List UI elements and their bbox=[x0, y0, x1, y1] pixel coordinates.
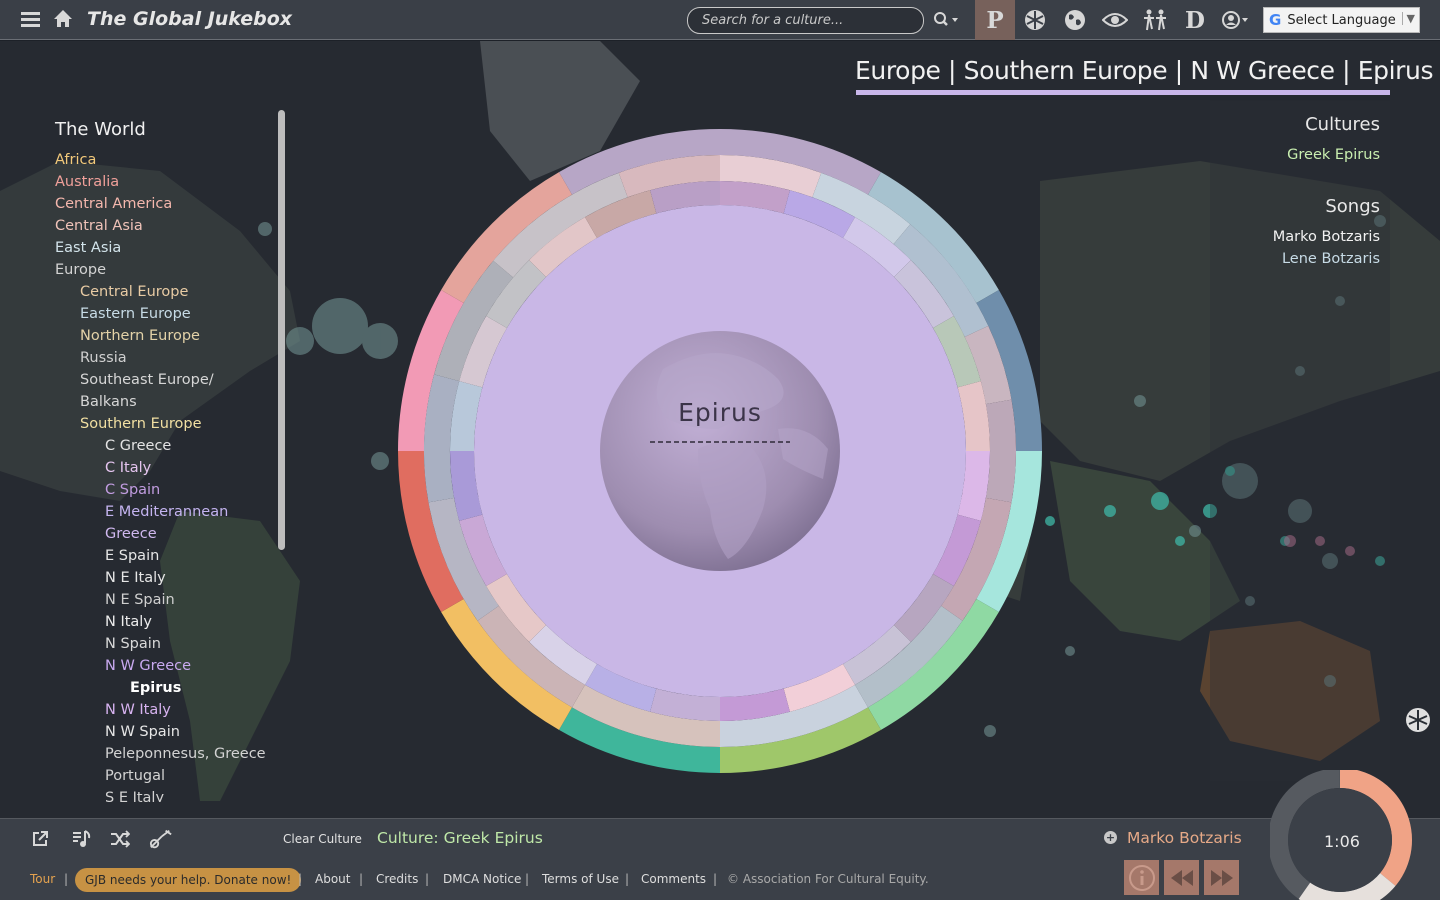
home-icon[interactable] bbox=[53, 9, 73, 29]
copyright-text: © Association For Cultural Equity. bbox=[727, 872, 929, 886]
language-select-label: Select Language bbox=[1287, 12, 1396, 28]
culture-item[interactable]: Greek Epirus bbox=[1287, 147, 1380, 163]
tree-item[interactable]: N Spain bbox=[105, 633, 161, 655]
footer-separator: | bbox=[64, 872, 69, 886]
top-bar: The Global Jukebox P D G Select Language… bbox=[0, 0, 1440, 40]
song-item[interactable]: Marko Botzaris bbox=[1273, 229, 1380, 245]
tree-item[interactable]: N W Greece bbox=[105, 655, 191, 677]
tree-item[interactable]: Peleponnesus, Greece bbox=[105, 743, 266, 765]
songs-heading: Songs bbox=[1325, 196, 1380, 217]
tree-item[interactable]: N E Spain bbox=[105, 589, 175, 611]
tree-item[interactable]: S E Italy bbox=[105, 787, 164, 802]
cultures-heading: Cultures bbox=[1305, 114, 1380, 135]
tree-item[interactable]: Southern Europe bbox=[80, 413, 202, 435]
song-item[interactable]: Lene Botzaris bbox=[1282, 251, 1380, 267]
about-link[interactable]: About bbox=[315, 872, 350, 886]
globe-icon[interactable] bbox=[1055, 0, 1095, 40]
tree-item[interactable]: N W Italy bbox=[105, 699, 171, 721]
chevron-down-icon: ▼ bbox=[1401, 12, 1415, 25]
tree-item[interactable]: E Spain bbox=[105, 545, 159, 567]
footer-separator: | bbox=[298, 872, 303, 886]
tree-item[interactable]: Australia bbox=[55, 171, 119, 193]
tree-item[interactable]: Central Asia bbox=[55, 215, 143, 237]
info-icon[interactable] bbox=[1124, 860, 1159, 895]
terms-of-use-link[interactable]: Terms of Use bbox=[542, 872, 619, 886]
tree-item[interactable]: Central Europe bbox=[80, 281, 188, 303]
app-title[interactable]: The Global Jukebox bbox=[87, 8, 292, 30]
playlist-music-icon[interactable] bbox=[69, 827, 93, 851]
tree-item[interactable]: C Greece bbox=[105, 435, 171, 457]
breadcrumb[interactable]: Europe | Southern Europe | N W Greece | … bbox=[855, 56, 1434, 85]
breadcrumb-underline bbox=[856, 90, 1390, 95]
eye-icon[interactable] bbox=[1095, 0, 1135, 40]
tree-item[interactable]: N E Italy bbox=[105, 567, 166, 589]
donate-button[interactable]: GJB needs your help. Donate now! bbox=[75, 868, 302, 892]
now-playing-song[interactable]: Marko Botzaris bbox=[1127, 829, 1242, 847]
tree-item[interactable]: Russia bbox=[80, 347, 127, 369]
credits-link[interactable]: Credits bbox=[376, 872, 418, 886]
hamburger-menu-icon[interactable] bbox=[21, 12, 40, 27]
search-icon[interactable] bbox=[933, 11, 959, 29]
tree-item[interactable]: Balkans bbox=[80, 391, 137, 413]
add-song-icon[interactable]: + bbox=[1104, 831, 1117, 844]
tree-item[interactable]: Portugal bbox=[105, 765, 165, 787]
dancers-icon[interactable] bbox=[1135, 0, 1175, 40]
song-time: 1:06 bbox=[1324, 832, 1360, 851]
tree-item[interactable]: East Asia bbox=[55, 237, 121, 259]
fast-forward-icon[interactable] bbox=[1204, 860, 1239, 895]
dancer-wheel-icon[interactable] bbox=[1015, 0, 1055, 40]
footer-separator: | bbox=[713, 872, 718, 886]
footer-separator: | bbox=[625, 872, 630, 886]
culture-wheel[interactable]: Epirus bbox=[398, 129, 1042, 773]
tree-item[interactable]: E Mediterannean bbox=[105, 501, 228, 523]
tree-item[interactable]: Europe bbox=[55, 259, 106, 281]
tree-item[interactable]: C Italy bbox=[105, 457, 151, 479]
p-icon[interactable]: P bbox=[975, 0, 1015, 40]
footer-separator: | bbox=[525, 872, 530, 886]
rewind-icon[interactable] bbox=[1164, 860, 1199, 895]
footer-separator: | bbox=[359, 872, 364, 886]
dancer-wheel-icon[interactable] bbox=[1405, 707, 1431, 733]
tree-item[interactable]: C Spain bbox=[105, 479, 160, 501]
shuffle-icon[interactable] bbox=[108, 827, 132, 851]
user-menu-icon[interactable] bbox=[1215, 0, 1255, 40]
tree-item[interactable]: Greece bbox=[105, 523, 157, 545]
tree-heading[interactable]: The World bbox=[55, 119, 146, 140]
comments-link[interactable]: Comments bbox=[641, 872, 706, 886]
globe: Epirus bbox=[600, 331, 840, 571]
current-culture-label: Culture: Greek Epirus bbox=[377, 829, 543, 847]
tree-item[interactable]: Eastern Europe bbox=[80, 303, 191, 325]
footer-separator: | bbox=[425, 872, 430, 886]
tour-link[interactable]: Tour bbox=[30, 872, 55, 886]
tree-item[interactable]: Southeast Europe/ bbox=[80, 369, 214, 391]
guitar-icon[interactable] bbox=[149, 827, 173, 851]
d-icon[interactable]: D bbox=[1175, 0, 1215, 40]
external-link-icon[interactable] bbox=[28, 827, 52, 851]
google-g-icon: G bbox=[1269, 11, 1282, 29]
tree-item[interactable]: N W Spain bbox=[105, 721, 180, 743]
clear-culture-button[interactable]: Clear Culture bbox=[283, 832, 362, 846]
tree-item[interactable]: Northern Europe bbox=[80, 325, 200, 347]
tree-item[interactable]: Africa bbox=[55, 149, 96, 171]
tree-scrollbar[interactable] bbox=[278, 110, 285, 550]
region-tree: The World Africa Australia Central America… bbox=[0, 108, 290, 802]
tree-item[interactable]: Epirus bbox=[130, 677, 181, 699]
tree-item[interactable]: N Italy bbox=[105, 611, 152, 633]
player-bar: Clear Culture Culture: Greek Epirus + Ma… bbox=[0, 818, 1440, 860]
dmca-notice-link[interactable]: DMCA Notice bbox=[443, 872, 521, 886]
globe-label: Epirus bbox=[678, 398, 762, 427]
wheel-segment[interactable] bbox=[985, 399, 1016, 503]
culture-search-input[interactable] bbox=[687, 7, 924, 34]
tree-item[interactable]: Central America bbox=[55, 193, 172, 215]
language-select[interactable]: G Select Language ▼ bbox=[1263, 7, 1420, 33]
